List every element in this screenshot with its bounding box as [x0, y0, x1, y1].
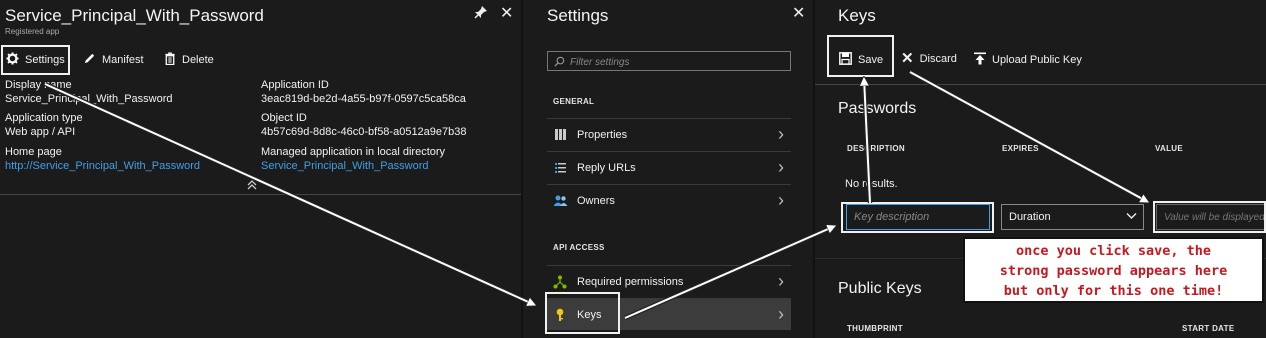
properties-icon	[547, 128, 573, 141]
app-id-label: Application ID	[261, 79, 329, 91]
network-icon	[547, 275, 573, 289]
chevron-right-icon: ›	[778, 157, 784, 177]
managed-app-label: Managed application in local directory	[261, 146, 446, 158]
users-icon	[547, 194, 573, 207]
home-page-label: Home page	[5, 146, 62, 158]
close-icon[interactable]: ✕	[792, 3, 805, 23]
blade-title: Service_Principal_With_Password	[5, 6, 264, 25]
duration-select[interactable]: Duration	[1001, 204, 1144, 230]
api-access-header: API ACCESS	[553, 243, 605, 252]
blade-subtitle: Registered app	[5, 27, 60, 36]
start-date-column-header: START DATE	[1182, 324, 1235, 333]
value-column-header: VALUE	[1155, 144, 1184, 153]
key-icon	[547, 308, 573, 322]
close-icon: ✕	[901, 50, 914, 67]
list-icon	[547, 161, 573, 174]
discard-label: Discard	[919, 52, 957, 65]
menu-item-label: Owners	[577, 194, 615, 207]
pencil-icon	[83, 52, 96, 68]
menu-item-label: Required permissions	[577, 275, 684, 288]
upload-public-key-button[interactable]: Upload Public Key	[974, 52, 1082, 68]
filter-settings-input[interactable]: Filter settings	[547, 51, 791, 71]
managed-app-link[interactable]: Service_Principal_With_Password	[261, 160, 429, 172]
trash-icon	[164, 52, 176, 68]
app-id-value: 3eac819d-be2d-4a55-b97f-0597c5ca58ca	[261, 93, 466, 105]
general-header: GENERAL	[553, 97, 595, 106]
settings-label: Settings	[25, 54, 65, 66]
display-name-label: Display name	[5, 79, 72, 91]
floppy-disk-icon	[839, 52, 852, 68]
value-placeholder: Value will be displayed	[1164, 211, 1265, 223]
menu-item-keys[interactable]: Keys ›	[547, 298, 791, 330]
save-label: Save	[858, 54, 884, 66]
delete-label: Delete	[182, 54, 214, 66]
gear-icon	[6, 52, 19, 68]
menu-item-properties[interactable]: Properties ›	[547, 118, 791, 150]
command-bar-divider	[815, 84, 1266, 85]
no-results-text: No results.	[845, 178, 898, 190]
delete-button[interactable]: Delete	[164, 52, 214, 68]
passwords-title: Passwords	[838, 100, 917, 117]
chevron-right-icon: ›	[778, 124, 784, 144]
save-button[interactable]: Save	[839, 52, 883, 68]
thumbprint-column-header: THUMBPRINT	[847, 324, 903, 333]
discard-button[interactable]: ✕ Discard	[901, 50, 957, 67]
settings-blade: Settings ✕ Filter settings GENERAL Prope…	[523, 0, 813, 338]
description-column-header: DESCRIPTION	[847, 144, 905, 153]
upload-label: Upload Public Key	[992, 54, 1082, 66]
key-description-placeholder: Key description	[854, 211, 930, 223]
search-icon	[554, 56, 565, 70]
home-page-link[interactable]: http://Service_Principal_With_Password	[5, 160, 200, 172]
menu-item-label: Properties	[577, 128, 628, 141]
expires-column-header: EXPIRES	[1002, 144, 1039, 153]
manifest-label: Manifest	[102, 54, 144, 66]
blade-title: Settings	[547, 6, 609, 25]
object-id-label: Object ID	[261, 112, 307, 124]
chevron-right-icon: ›	[778, 271, 784, 291]
chevron-right-icon: ›	[778, 190, 784, 210]
menu-item-label: Keys	[577, 308, 602, 321]
app-type-value: Web app / API	[5, 126, 76, 138]
chevron-down-icon	[1126, 211, 1137, 223]
menu-item-reply-urls[interactable]: Reply URLs ›	[547, 151, 791, 183]
app-blade: Service_Principal_With_Password Register…	[0, 0, 521, 338]
app-type-label: Application type	[5, 112, 83, 124]
duration-value: Duration	[1009, 211, 1051, 223]
essentials-divider	[0, 194, 521, 195]
public-keys-title: Public Keys	[838, 280, 922, 297]
settings-button[interactable]: Settings	[6, 52, 65, 68]
manifest-button[interactable]: Manifest	[83, 52, 144, 68]
menu-item-owners[interactable]: Owners ›	[547, 184, 791, 216]
object-id-value: 4b57c69d-8d8c-46c0-bf58-a0512a9e7b38	[261, 126, 467, 138]
close-icon[interactable]: ✕	[500, 3, 513, 23]
filter-placeholder: Filter settings	[570, 57, 630, 68]
blade-title: Keys	[838, 6, 876, 25]
annotation-callout: once you click save, the strong password…	[963, 237, 1264, 303]
display-name-value: Service_Principal_With_Password	[5, 93, 173, 105]
value-output-field: Value will be displayed	[1156, 204, 1266, 230]
upload-icon	[974, 52, 986, 68]
menu-item-label: Reply URLs	[577, 161, 636, 174]
key-description-input[interactable]: Key description	[846, 204, 990, 230]
pin-icon[interactable]	[474, 5, 488, 22]
menu-item-required-permissions[interactable]: Required permissions ›	[547, 265, 791, 297]
chevron-right-icon: ›	[778, 304, 784, 324]
